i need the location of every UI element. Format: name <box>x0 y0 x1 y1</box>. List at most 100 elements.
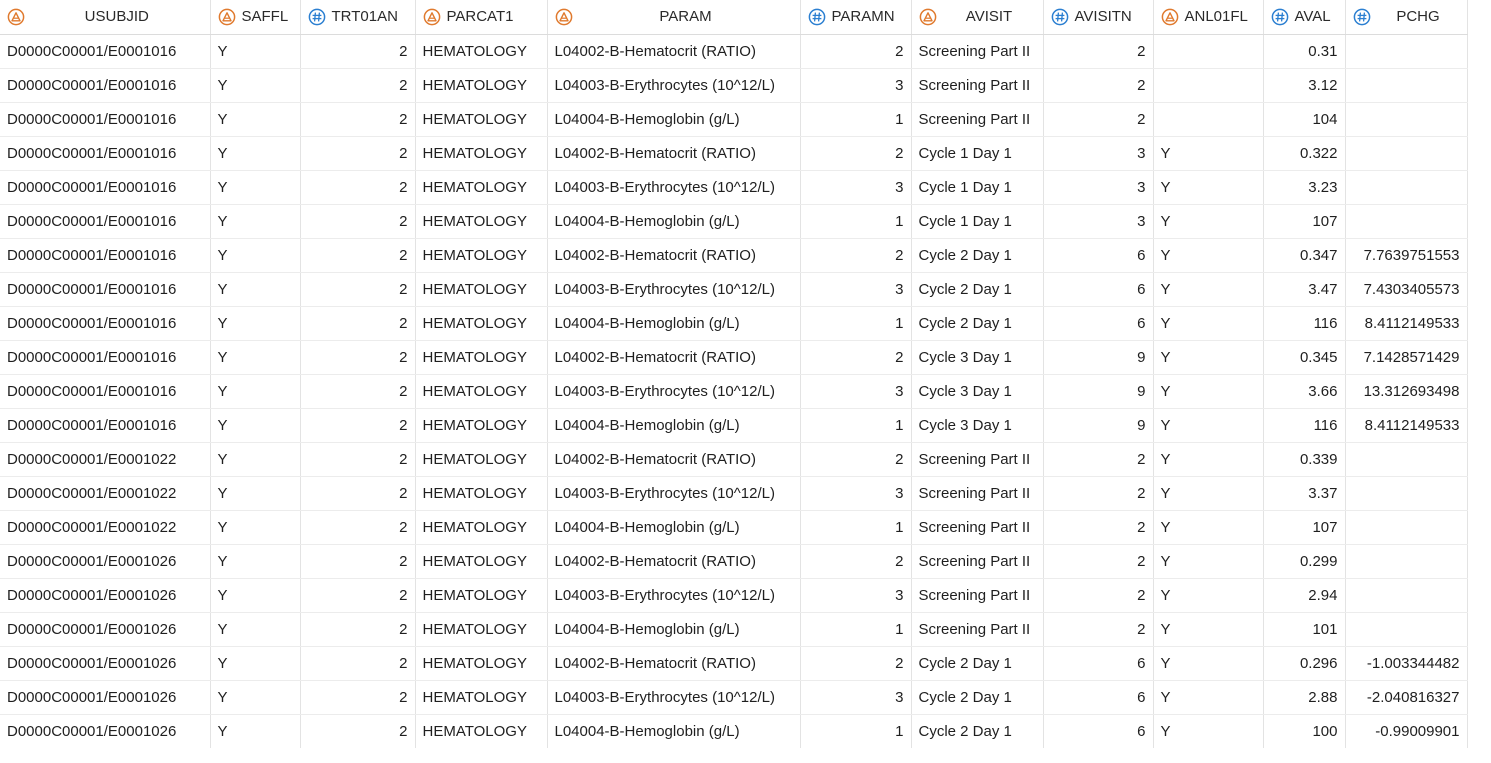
cell-paramn[interactable]: 1 <box>800 612 912 647</box>
cell-usubjid[interactable]: D0000C00001/E0001016 <box>0 170 211 205</box>
cell-avisit[interactable]: Screening Part II <box>911 578 1044 613</box>
cell-avisitn[interactable]: 6 <box>1043 680 1154 715</box>
cell-param[interactable]: L04002-B-Hematocrit (RATIO) <box>547 238 801 273</box>
table-row[interactable]: D0000C00001/E0001022 Y 2 HEMATOLOGY L04002-B… <box>0 442 1468 477</box>
cell-avisit[interactable]: Screening Part II <box>911 102 1044 137</box>
cell-param[interactable]: L04002-B-Hematocrit (RATIO) <box>547 136 801 171</box>
cell-pchg[interactable]: 13.312693498 <box>1345 374 1468 409</box>
cell-param[interactable]: L04003-B-Erythrocytes (10^12/L) <box>547 68 801 103</box>
cell-pchg[interactable] <box>1345 476 1468 511</box>
cell-avisitn[interactable]: 6 <box>1043 306 1154 341</box>
column-header-paramn[interactable]: PARAMN <box>800 0 912 35</box>
cell-avisitn[interactable]: 2 <box>1043 510 1154 545</box>
table-row[interactable]: D0000C00001/E0001016 Y 2 HEMATOLOGY L04002-B… <box>0 136 1468 171</box>
cell-anl01fl[interactable]: Y <box>1153 578 1264 613</box>
cell-trt01an[interactable]: 2 <box>300 442 416 477</box>
cell-parcat1[interactable]: HEMATOLOGY <box>415 136 548 171</box>
cell-usubjid[interactable]: D0000C00001/E0001022 <box>0 476 211 511</box>
table-row[interactable]: D0000C00001/E0001016 Y 2 HEMATOLOGY L04002-B… <box>0 340 1468 375</box>
cell-paramn[interactable]: 2 <box>800 442 912 477</box>
cell-avisit[interactable]: Screening Part II <box>911 68 1044 103</box>
cell-trt01an[interactable]: 2 <box>300 714 416 748</box>
cell-saffl[interactable]: Y <box>210 204 301 239</box>
cell-parcat1[interactable]: HEMATOLOGY <box>415 34 548 69</box>
cell-anl01fl[interactable]: Y <box>1153 340 1264 375</box>
cell-avisit[interactable]: Cycle 2 Day 1 <box>911 272 1044 307</box>
cell-aval[interactable]: 0.347 <box>1263 238 1346 273</box>
cell-trt01an[interactable]: 2 <box>300 612 416 647</box>
cell-saffl[interactable]: Y <box>210 272 301 307</box>
cell-avisitn[interactable]: 2 <box>1043 578 1154 613</box>
cell-saffl[interactable]: Y <box>210 340 301 375</box>
cell-aval[interactable]: 107 <box>1263 204 1346 239</box>
cell-paramn[interactable]: 2 <box>800 238 912 273</box>
cell-avisit[interactable]: Screening Part II <box>911 476 1044 511</box>
cell-anl01fl[interactable]: Y <box>1153 306 1264 341</box>
cell-trt01an[interactable]: 2 <box>300 340 416 375</box>
cell-pchg[interactable]: -2.040816327 <box>1345 680 1468 715</box>
cell-avisit[interactable]: Cycle 1 Day 1 <box>911 204 1044 239</box>
cell-usubjid[interactable]: D0000C00001/E0001016 <box>0 408 211 443</box>
cell-avisitn[interactable]: 9 <box>1043 340 1154 375</box>
cell-aval[interactable]: 116 <box>1263 306 1346 341</box>
cell-parcat1[interactable]: HEMATOLOGY <box>415 578 548 613</box>
cell-param[interactable]: L04002-B-Hematocrit (RATIO) <box>547 544 801 579</box>
cell-trt01an[interactable]: 2 <box>300 136 416 171</box>
table-row[interactable]: D0000C00001/E0001016 Y 2 HEMATOLOGY L04003-B… <box>0 374 1468 409</box>
column-header-trt01an[interactable]: TRT01AN <box>300 0 416 35</box>
column-header-anl01fl[interactable]: ANL01FL <box>1153 0 1264 35</box>
cell-paramn[interactable]: 1 <box>800 204 912 239</box>
cell-paramn[interactable]: 3 <box>800 374 912 409</box>
cell-usubjid[interactable]: D0000C00001/E0001026 <box>0 578 211 613</box>
cell-param[interactable]: L04004-B-Hemoglobin (g/L) <box>547 306 801 341</box>
cell-avisitn[interactable]: 3 <box>1043 170 1154 205</box>
cell-avisitn[interactable]: 2 <box>1043 442 1154 477</box>
cell-paramn[interactable]: 1 <box>800 510 912 545</box>
cell-aval[interactable]: 2.94 <box>1263 578 1346 613</box>
cell-aval[interactable]: 3.12 <box>1263 68 1346 103</box>
cell-aval[interactable]: 0.345 <box>1263 340 1346 375</box>
cell-avisitn[interactable]: 2 <box>1043 544 1154 579</box>
cell-anl01fl[interactable]: Y <box>1153 204 1264 239</box>
cell-parcat1[interactable]: HEMATOLOGY <box>415 272 548 307</box>
cell-trt01an[interactable]: 2 <box>300 306 416 341</box>
cell-pchg[interactable]: 8.4112149533 <box>1345 306 1468 341</box>
cell-saffl[interactable]: Y <box>210 374 301 409</box>
cell-param[interactable]: L04004-B-Hemoglobin (g/L) <box>547 510 801 545</box>
cell-aval[interactable]: 0.296 <box>1263 646 1346 681</box>
cell-param[interactable]: L04003-B-Erythrocytes (10^12/L) <box>547 680 801 715</box>
cell-pchg[interactable] <box>1345 544 1468 579</box>
cell-avisitn[interactable]: 2 <box>1043 612 1154 647</box>
cell-parcat1[interactable]: HEMATOLOGY <box>415 714 548 748</box>
cell-avisit[interactable]: Cycle 1 Day 1 <box>911 136 1044 171</box>
cell-paramn[interactable]: 2 <box>800 544 912 579</box>
cell-paramn[interactable]: 3 <box>800 68 912 103</box>
cell-parcat1[interactable]: HEMATOLOGY <box>415 340 548 375</box>
cell-parcat1[interactable]: HEMATOLOGY <box>415 612 548 647</box>
cell-usubjid[interactable]: D0000C00001/E0001016 <box>0 238 211 273</box>
cell-saffl[interactable]: Y <box>210 442 301 477</box>
cell-param[interactable]: L04003-B-Erythrocytes (10^12/L) <box>547 476 801 511</box>
cell-trt01an[interactable]: 2 <box>300 680 416 715</box>
column-header-saffl[interactable]: SAFFL <box>210 0 301 35</box>
cell-paramn[interactable]: 2 <box>800 646 912 681</box>
cell-aval[interactable]: 0.31 <box>1263 34 1346 69</box>
cell-paramn[interactable]: 2 <box>800 136 912 171</box>
cell-avisitn[interactable]: 2 <box>1043 476 1154 511</box>
table-row[interactable]: D0000C00001/E0001016 Y 2 HEMATOLOGY L04003-B… <box>0 170 1468 205</box>
cell-avisit[interactable]: Cycle 3 Day 1 <box>911 374 1044 409</box>
cell-anl01fl[interactable]: Y <box>1153 238 1264 273</box>
column-header-avisit[interactable]: AVISIT <box>911 0 1044 35</box>
cell-avisitn[interactable]: 9 <box>1043 374 1154 409</box>
cell-aval[interactable]: 101 <box>1263 612 1346 647</box>
cell-aval[interactable]: 100 <box>1263 714 1346 748</box>
cell-saffl[interactable]: Y <box>210 612 301 647</box>
cell-saffl[interactable]: Y <box>210 714 301 748</box>
cell-aval[interactable]: 0.339 <box>1263 442 1346 477</box>
cell-usubjid[interactable]: D0000C00001/E0001016 <box>0 204 211 239</box>
cell-aval[interactable]: 2.88 <box>1263 680 1346 715</box>
cell-param[interactable]: L04003-B-Erythrocytes (10^12/L) <box>547 272 801 307</box>
cell-pchg[interactable] <box>1345 442 1468 477</box>
cell-aval[interactable]: 3.23 <box>1263 170 1346 205</box>
cell-avisitn[interactable]: 6 <box>1043 238 1154 273</box>
